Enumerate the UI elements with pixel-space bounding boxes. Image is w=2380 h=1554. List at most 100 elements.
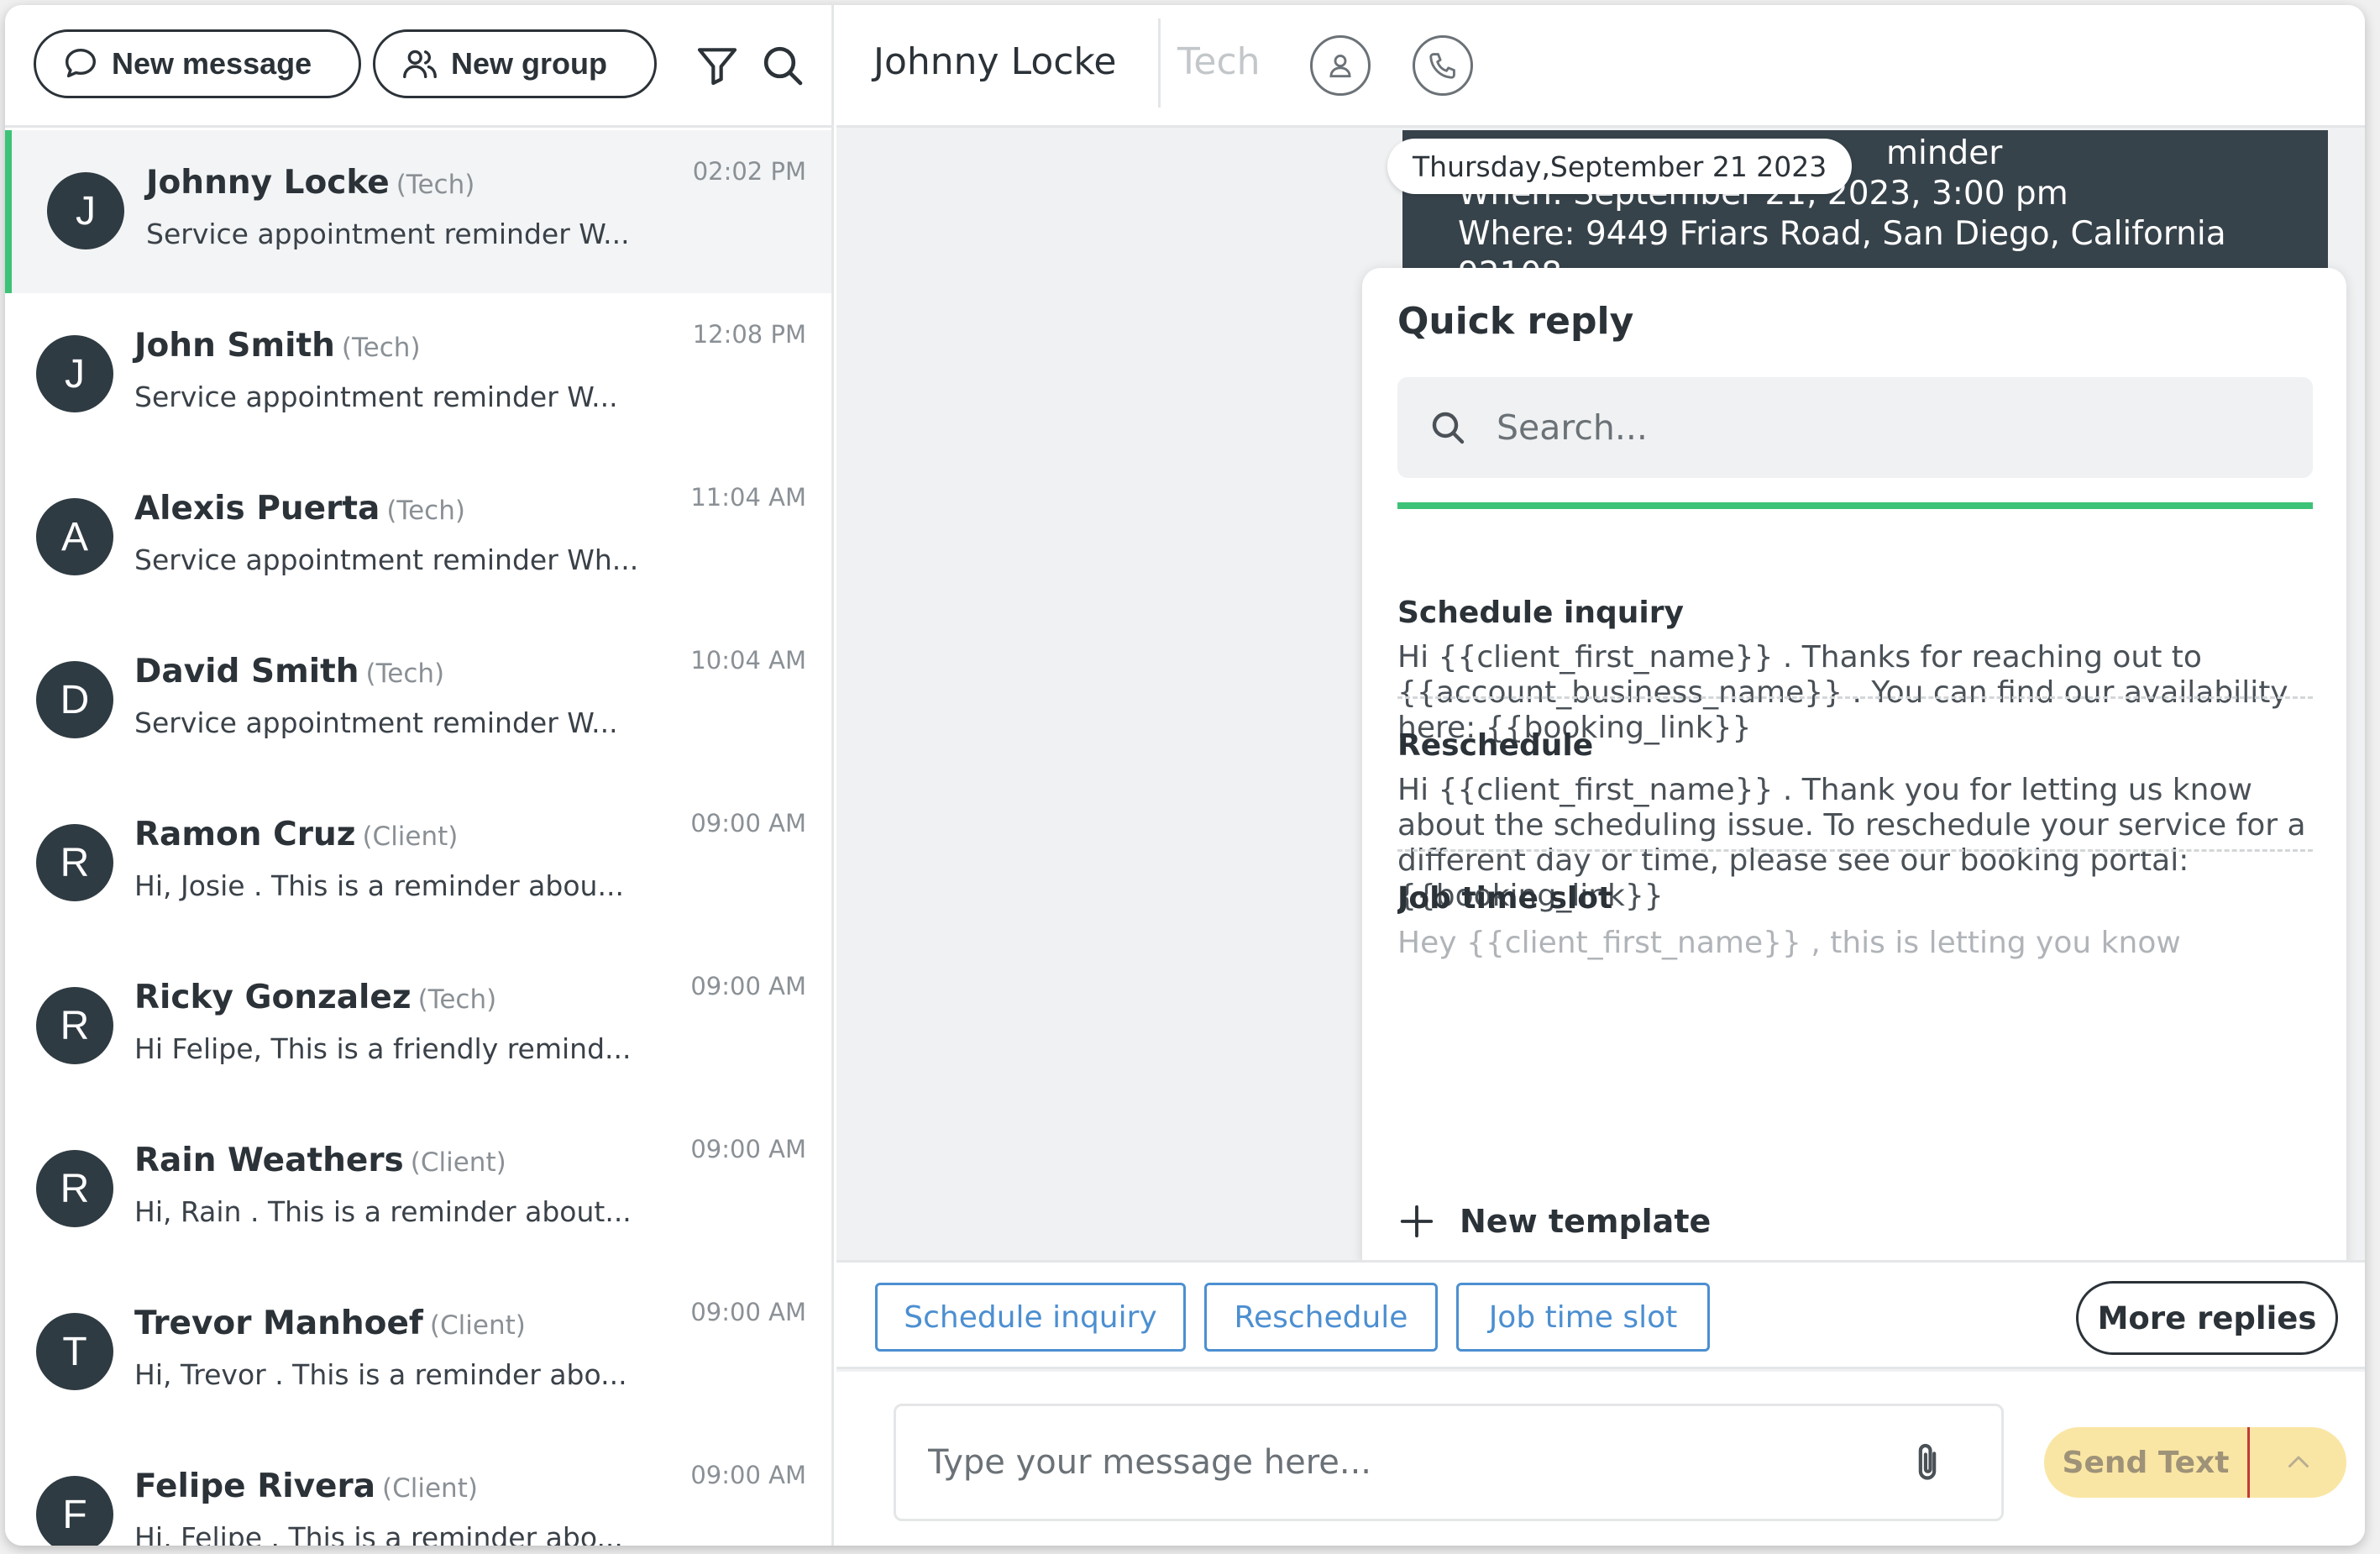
avatar: J — [36, 335, 113, 412]
avatar: A — [36, 498, 113, 575]
conversation-name: Trevor Manhoef (Client) — [134, 1305, 526, 1342]
conversation-name: Ramon Cruz (Client) — [134, 816, 458, 853]
contact-name: Ramon Cruz — [134, 816, 356, 853]
contact-role: (Client) — [382, 1473, 478, 1504]
message-preview: Service appointment reminder Wh... — [134, 543, 639, 576]
chat-contact-role: Tech — [1177, 40, 1261, 83]
message-preview: Hi, Rain . This is a reminder about... — [134, 1195, 632, 1228]
template-divider — [1397, 696, 2313, 699]
contact-name: David Smith — [134, 653, 359, 690]
contact-name: Rain Weathers — [134, 1142, 404, 1179]
contact-role: (Tech) — [396, 170, 475, 200]
conversation-item[interactable]: R Ramon Cruz (Client) Hi, Josie . This is a… — [5, 782, 831, 945]
conversation-name: Rain Weathers (Client) — [134, 1142, 506, 1179]
date-chip: Thursday,September 21 2023 — [1387, 139, 1853, 194]
more-replies-button[interactable]: More replies — [2076, 1281, 2338, 1355]
new-group-label: New group — [451, 46, 607, 81]
conversation-name: Ricky Gonzalez (Tech) — [134, 979, 496, 1016]
search-icon[interactable] — [759, 42, 806, 89]
conversation-item[interactable]: R Ricky Gonzalez (Tech) Hi Felipe, This is … — [5, 945, 831, 1108]
contact-role: (Client) — [410, 1147, 506, 1178]
chevron-up-icon — [2288, 1456, 2309, 1467]
send-options-toggle[interactable] — [2250, 1427, 2346, 1498]
contact-name: Ricky Gonzalez — [134, 979, 412, 1016]
quick-reply-search — [1397, 377, 2313, 478]
conversation-panel: New message New group J Johnny Locke (Tech… — [5, 5, 834, 1546]
composer: Send Text — [836, 1372, 2365, 1546]
message-input[interactable] — [928, 1443, 1894, 1482]
message-time: 10:04 AM — [690, 646, 806, 675]
send-text-button[interactable]: Send Text — [2044, 1427, 2247, 1498]
search-icon — [1432, 412, 1465, 444]
contact-name: John Smith — [134, 327, 335, 365]
conversation-name: Johnny Locke (Tech) — [146, 164, 474, 202]
new-group-button[interactable]: New group — [373, 29, 657, 98]
message-time: 09:00 AM — [690, 1461, 806, 1489]
conversation-item[interactable]: R Rain Weathers (Client) Hi, Rain . This is… — [5, 1108, 831, 1271]
new-message-label: New message — [112, 46, 312, 81]
conversation-item[interactable]: J Johnny Locke (Tech) Service appointment r… — [5, 130, 831, 293]
send-button-group: Send Text — [2044, 1427, 2346, 1498]
users-icon — [403, 50, 437, 79]
contact-name: Johnny Locke — [146, 164, 390, 202]
quick-reply-chips: Schedule inquiry Reschedule Job time slo… — [836, 1260, 2365, 1369]
new-template-button[interactable]: New template — [1362, 1178, 2346, 1260]
avatar: D — [36, 661, 113, 738]
conversation-item[interactable]: A Alexis Puerta (Tech) Service appointment … — [5, 456, 831, 619]
message-time: 09:00 AM — [690, 1298, 806, 1326]
message-time: 09:00 AM — [690, 809, 806, 837]
search-active-underline — [1397, 502, 2313, 509]
conversation-name: Felipe Rivera (Client) — [134, 1467, 478, 1505]
conversation-item[interactable]: J John Smith (Tech) Service appointment rem… — [5, 293, 831, 456]
conversation-item[interactable]: F Felipe Rivera (Client) Hi, Felipe . This … — [5, 1434, 831, 1546]
message-preview: Hi Felipe, This is a friendly remind... — [134, 1032, 632, 1065]
quick-reply-search-input[interactable] — [1497, 407, 2252, 448]
phone-icon[interactable] — [1413, 35, 1473, 96]
contact-role: (Tech) — [365, 659, 445, 689]
template-item[interactable]: Schedule inquiry Hi {{client_first_name}… — [1397, 596, 2313, 746]
conversation-name: Alexis Puerta (Tech) — [134, 490, 465, 528]
message-preview: Service appointment reminder W... — [134, 381, 618, 413]
message-line: 92108 — [1458, 255, 2328, 269]
conversation-list: J Johnny Locke (Tech) Service appointment r… — [5, 130, 831, 1546]
chip-reschedule[interactable]: Reschedule — [1204, 1283, 1438, 1352]
conversation-item[interactable]: D David Smith (Tech) Service appointment re… — [5, 619, 831, 782]
template-name: Schedule inquiry — [1397, 596, 1684, 630]
quick-reply-popup: Quick reply Schedule inquiry Hi {{client… — [1362, 268, 2346, 1260]
quick-reply-title: Quick reply — [1397, 300, 1634, 343]
profile-icon[interactable] — [1310, 35, 1371, 96]
message-preview: Service appointment reminder W... — [134, 706, 618, 739]
avatar: F — [36, 1476, 113, 1546]
contact-role: (Tech) — [341, 333, 421, 363]
chat-messages: minder When: September 21, 2023, 3:00 pm… — [836, 130, 2365, 1260]
filter-icon[interactable] — [694, 42, 741, 89]
avatar: R — [36, 824, 113, 901]
message-time: 12:08 PM — [692, 320, 806, 349]
contact-name: Felipe Rivera — [134, 1467, 376, 1505]
contact-role: (Tech) — [417, 984, 497, 1015]
new-message-button[interactable]: New message — [34, 29, 361, 98]
message-preview: Hi, Trevor . This is a reminder abo... — [134, 1358, 627, 1391]
paperclip-icon[interactable] — [1904, 1440, 1951, 1487]
template-name: Job time slot — [1397, 881, 1613, 916]
header-divider — [1158, 18, 1161, 108]
plus-icon — [1400, 1205, 1434, 1238]
chat-bubble-icon — [65, 48, 97, 78]
message-preview: Hi, Felipe . This is a reminder abo... — [134, 1521, 623, 1546]
conversation-toolbar: New message New group — [5, 5, 831, 128]
template-name: Reschedule — [1397, 728, 1594, 763]
contact-role: (Client) — [362, 822, 459, 852]
template-divider — [1397, 849, 2313, 852]
chat-header: Johnny Locke Tech — [836, 5, 2365, 128]
new-template-label: New template — [1460, 1203, 1712, 1240]
chip-job-time-slot[interactable]: Job time slot — [1456, 1283, 1710, 1352]
message-preview: Hi, Josie . This is a reminder abou... — [134, 869, 624, 902]
chip-schedule-inquiry[interactable]: Schedule inquiry — [875, 1283, 1186, 1352]
message-time: 09:00 AM — [690, 1135, 806, 1163]
template-item[interactable]: Job time slot Hey {{client_first_name}} … — [1397, 881, 2313, 961]
conversation-item[interactable]: T Trevor Manhoef (Client) Hi, Trevor . This… — [5, 1271, 831, 1434]
contact-name: Alexis Puerta — [134, 490, 380, 528]
avatar: R — [36, 1150, 113, 1227]
template-list: Schedule inquiry Hi {{client_first_name}… — [1397, 512, 2313, 1177]
avatar: R — [36, 987, 113, 1064]
